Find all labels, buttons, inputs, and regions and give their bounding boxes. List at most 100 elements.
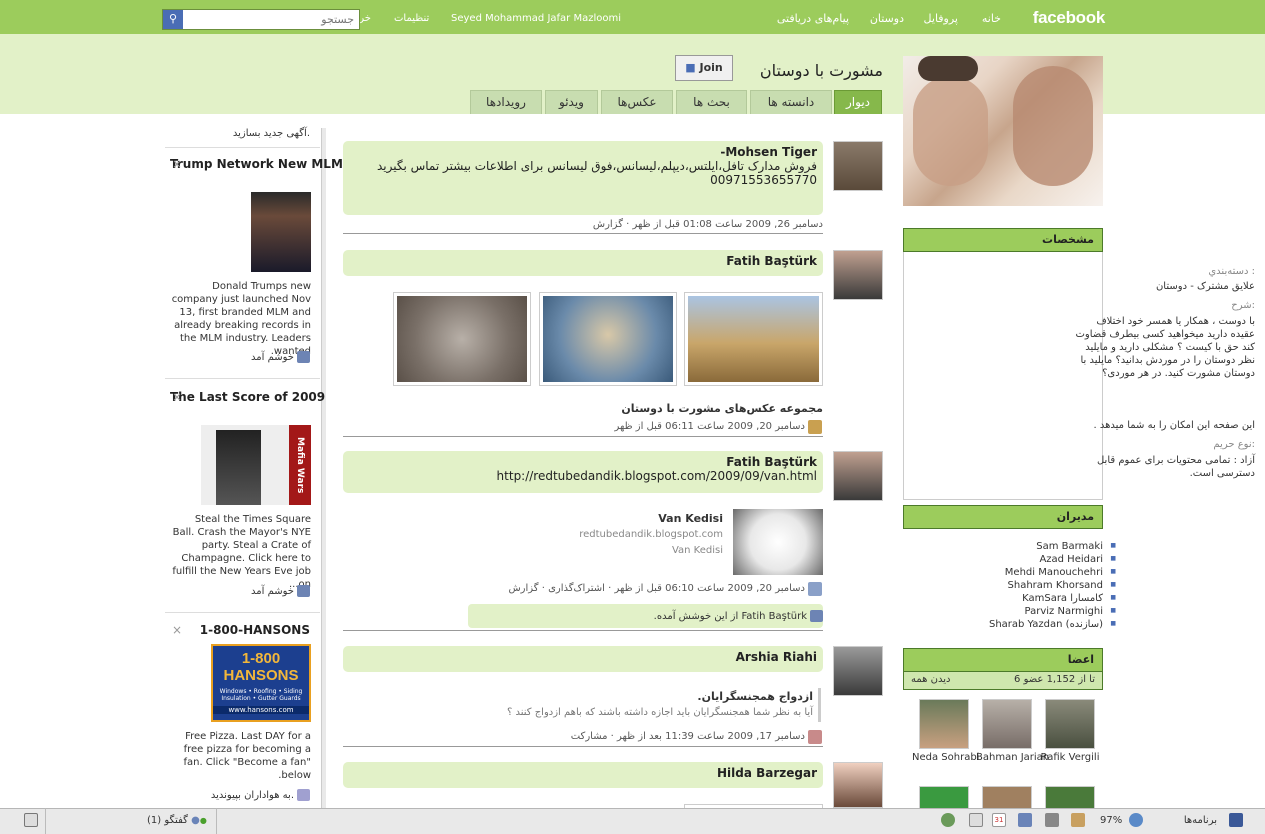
member-photo[interactable] — [919, 699, 969, 749]
member-photo[interactable] — [982, 699, 1032, 749]
close-icon[interactable]: × — [172, 157, 182, 171]
user-name-link[interactable]: Seyed Mohammad Jafar Mazloomi — [451, 13, 621, 24]
post-author[interactable]: Hilda Barzegar — [349, 766, 817, 780]
see-all-link[interactable]: دیدن همه — [911, 674, 950, 685]
tab-info[interactable]: دانسته ها — [750, 90, 832, 114]
facebook-logo[interactable]: facebook — [1033, 8, 1106, 28]
avatar[interactable] — [833, 250, 883, 300]
search-icon[interactable]: ⚲ — [163, 10, 183, 29]
ad-title[interactable]: The Last Score of 2009 — [170, 390, 325, 404]
chat-button[interactable]: گفتگو (1) ●● — [147, 815, 207, 826]
member-name[interactable]: Neda Sohrabi — [912, 752, 979, 764]
calendar-icon[interactable]: 31 — [992, 813, 1006, 827]
description-text: با دوست ، همکار یا همسر خود اختلاف عقیده… — [1075, 316, 1255, 379]
post-meta[interactable]: دسامبر 20, 2009 ساعت 06:11 قبل از ظهر — [614, 421, 805, 432]
close-icon[interactable]: × — [172, 390, 182, 404]
thumbs-up-icon — [297, 585, 310, 597]
link-thumbnail[interactable] — [733, 509, 823, 575]
create-ad-link[interactable]: آگهی جدید بسازید. — [233, 128, 310, 139]
post-author[interactable]: Fatih Baştürk — [349, 455, 817, 469]
nav-profile[interactable]: پروفایل — [924, 12, 958, 25]
like-line[interactable]: Fatih Baştürk از این خوشش آمده. — [654, 610, 823, 622]
links-icon[interactable] — [941, 813, 955, 827]
ad-title[interactable]: Trump Network New MLM — [170, 157, 343, 171]
post-bubble: Arshia Riahi — [343, 646, 823, 672]
fan-label: به هواداران بپیوندید. — [210, 790, 294, 801]
applications-button[interactable]: برنامه‌ها — [1184, 815, 1217, 826]
close-icon[interactable]: × — [172, 623, 182, 637]
admin-link[interactable]: Azad Heidari — [1039, 554, 1115, 565]
ad-image[interactable] — [251, 192, 311, 272]
ad-like-link[interactable]: خوشم آمد — [251, 351, 310, 363]
nav-friends[interactable]: دوستان — [870, 12, 904, 25]
avatar[interactable] — [833, 762, 883, 808]
link-title[interactable]: Van Kedisi — [658, 512, 723, 525]
group-cover-photo[interactable] — [903, 56, 1103, 206]
category-value[interactable]: علایق مشترک - دوستان — [1075, 280, 1255, 293]
album-photo[interactable] — [393, 292, 531, 386]
admin-link[interactable]: KamSara کامسارا — [1022, 593, 1116, 604]
join-button[interactable]: ■ Join — [675, 55, 733, 81]
avatar[interactable] — [833, 646, 883, 696]
photos-icon[interactable] — [1071, 813, 1085, 827]
notes-icon[interactable] — [969, 813, 983, 827]
post-bubble: Hilda Barzegar — [343, 762, 823, 788]
album-photo[interactable] — [684, 292, 823, 386]
link-description: Van Kedisi — [671, 545, 723, 556]
member-photo[interactable] — [982, 786, 1032, 808]
thumbs-up-icon — [810, 610, 823, 622]
album-title[interactable]: مجموعه عکس‌های مشورت با دوستان — [621, 402, 823, 415]
info-header: مشخصات — [903, 228, 1103, 252]
quote-bar — [818, 688, 821, 722]
album-photo[interactable] — [539, 292, 677, 386]
avatar[interactable] — [833, 141, 883, 191]
search-input[interactable] — [183, 10, 359, 29]
settings-link[interactable]: تنظیمات — [394, 13, 429, 24]
tab-discussions[interactable]: بحث ها — [676, 90, 747, 114]
post-author[interactable]: Mohsen Tiger- — [349, 145, 817, 159]
ad-text: Free Pizza. Last DAY for a free pizza fo… — [183, 731, 311, 781]
ad-image[interactable]: 1-800 HANSONS Windows • Roofing • Siding… — [211, 644, 311, 722]
member-photo[interactable] — [1045, 699, 1095, 749]
info-box — [903, 252, 1103, 500]
facebook-icon[interactable] — [1229, 813, 1243, 827]
post-meta[interactable]: دسامبر 17, 2009 ساعت 11:39 بعد از ظهر · … — [571, 731, 805, 742]
admin-link[interactable]: Sharab Yazdan (سازنده) — [989, 619, 1116, 630]
post-meta[interactable]: دسامبر 26, 2009 ساعت 01:08 قبل از ظهر · … — [593, 219, 823, 230]
divider — [343, 630, 823, 631]
ad-fan-link[interactable]: به هواداران بپیوندید. — [211, 789, 310, 801]
tab-photos[interactable]: عکس‌ها — [601, 90, 673, 114]
ad-like-link[interactable]: خوشم آمد — [251, 585, 310, 597]
notifications-icon[interactable] — [24, 813, 38, 827]
nav-home[interactable]: خانه — [982, 12, 1001, 25]
note-title[interactable]: ازدواج همجنسگرایان. — [697, 690, 813, 703]
member-photo[interactable] — [919, 786, 969, 808]
music-icon[interactable] — [1045, 813, 1059, 827]
post-bubble: Mohsen Tiger- فروش مدارک تافل،ایلتس،دیپل… — [343, 141, 823, 215]
tab-video[interactable]: ویدئو — [545, 90, 598, 114]
admin-link[interactable]: Sam Barmaki — [1036, 541, 1115, 552]
post-meta[interactable]: دسامبر 20, 2009 ساعت 06:10 قبل از ظهر · … — [508, 583, 805, 594]
ad-text: Donald Trumps new company just launched … — [171, 281, 311, 357]
divider — [165, 147, 320, 148]
post-author[interactable]: Arshia Riahi — [349, 650, 817, 664]
friends-icon[interactable] — [1018, 813, 1032, 827]
nav-inbox[interactable]: پیام‌های دریافتی — [777, 12, 849, 25]
member-photo[interactable] — [1045, 786, 1095, 808]
admin-link[interactable]: Parviz Narmighi — [1025, 606, 1117, 617]
globe-icon[interactable] — [1129, 813, 1143, 827]
admin-link[interactable]: Mehdi Manouchehri — [1005, 567, 1116, 578]
member-name[interactable]: Bahman Jarian — [976, 752, 1049, 764]
users-icon: ■ — [685, 61, 696, 74]
admin-link[interactable]: Shahram Khorsand — [1008, 580, 1117, 591]
tab-events[interactable]: رویدادها — [470, 90, 542, 114]
post-author[interactable]: Fatih Baştürk — [349, 254, 817, 268]
join-label: Join — [699, 61, 723, 74]
avatar[interactable] — [833, 451, 883, 501]
divider — [343, 746, 823, 747]
post-link[interactable]: http://redtubedandik.blogspot.com/2009/0… — [349, 469, 817, 484]
ad-image[interactable]: Mafia Wars — [201, 425, 311, 505]
zoom-level[interactable]: 97% — [1100, 815, 1122, 826]
tab-wall[interactable]: دیوار — [834, 90, 882, 114]
ad-title[interactable]: 1-800-HANSONS — [170, 623, 310, 637]
